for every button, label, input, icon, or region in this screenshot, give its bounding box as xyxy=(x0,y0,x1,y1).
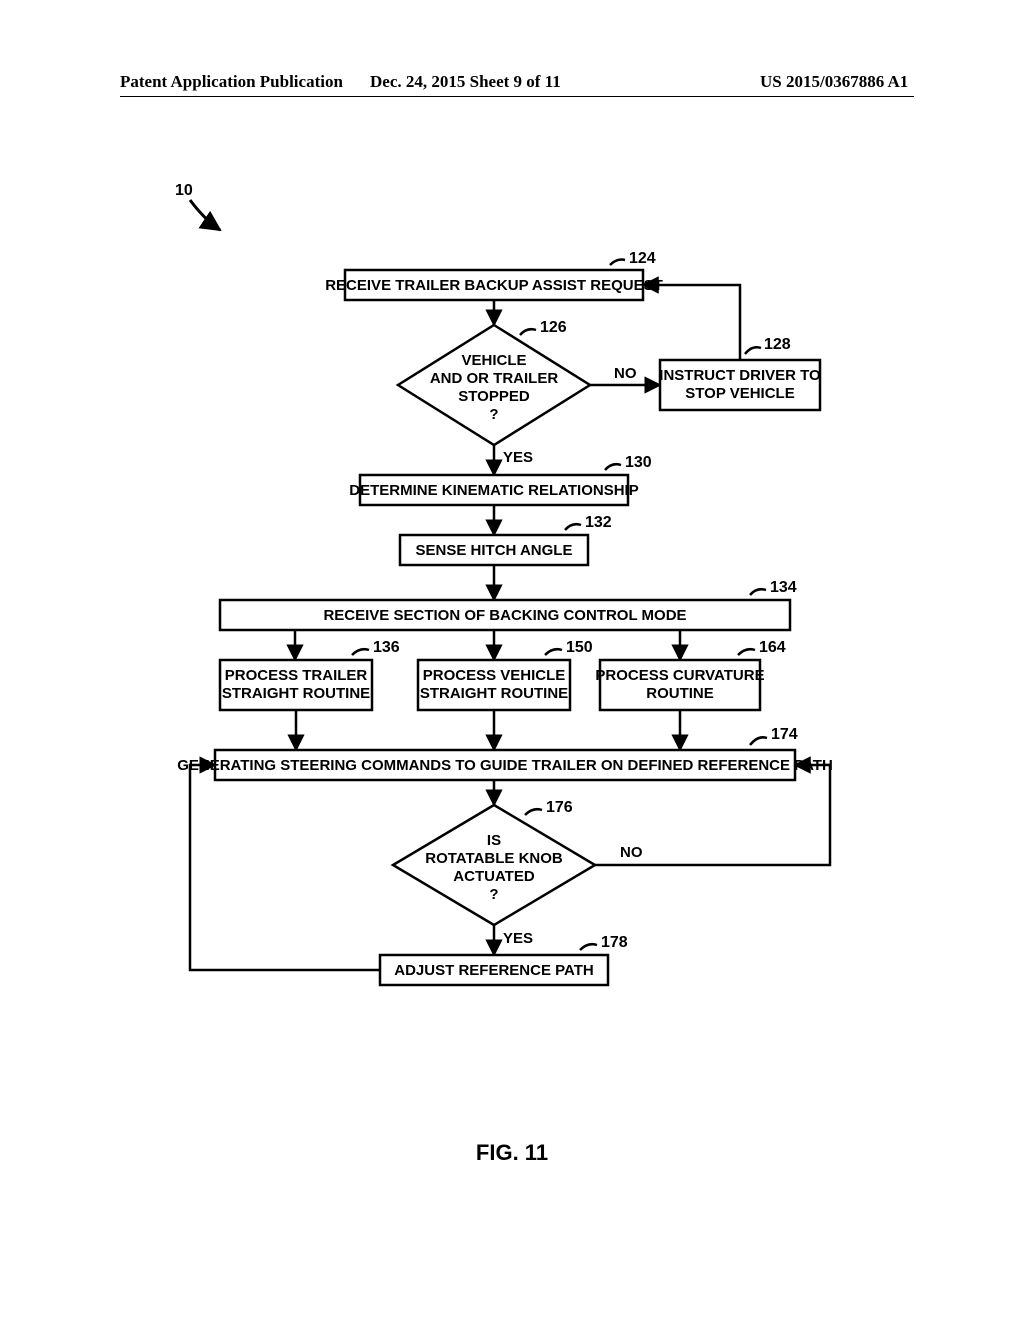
leader-136 xyxy=(352,649,369,655)
ref-10: 10 xyxy=(175,182,193,199)
box-164-l2: ROUTINE xyxy=(646,685,714,702)
leader-124 xyxy=(610,260,625,265)
label-176: 176 xyxy=(546,799,573,816)
box-136-l2: STRAIGHT ROUTINE xyxy=(222,685,370,702)
box-164-l1: PROCESS CURVATURE xyxy=(595,667,764,684)
leader-164 xyxy=(738,649,755,655)
ref-arrow xyxy=(190,200,220,230)
leader-178 xyxy=(580,944,597,950)
dec126-no: NO xyxy=(614,365,637,382)
figure-caption: FIG. 11 xyxy=(0,1140,1024,1166)
box-128-l1: INSTRUCT DRIVER TO xyxy=(659,367,821,384)
dec176-yes: YES xyxy=(503,930,533,947)
label-130: 130 xyxy=(625,454,652,471)
leader-130 xyxy=(605,464,621,470)
label-150: 150 xyxy=(566,639,593,656)
label-136: 136 xyxy=(373,639,400,656)
label-174: 174 xyxy=(771,726,798,743)
label-128: 128 xyxy=(764,336,791,353)
arrow-178-174 xyxy=(190,765,380,970)
box-134-text: RECEIVE SECTION OF BACKING CONTROL MODE xyxy=(323,607,686,624)
box-178-text: ADJUST REFERENCE PATH xyxy=(394,962,593,979)
header-right: US 2015/0367886 A1 xyxy=(760,72,908,92)
flowchart-svg: 10 RECEIVE TRAILER BACKUP ASSIST REQUEST… xyxy=(120,150,910,1200)
label-134: 134 xyxy=(770,579,797,596)
page: Patent Application Publication Dec. 24, … xyxy=(0,0,1024,1320)
box-150-l1: PROCESS VEHICLE xyxy=(423,667,566,684)
label-124: 124 xyxy=(629,250,656,267)
dec176-l4: ? xyxy=(489,886,498,903)
box-136-l1: PROCESS TRAILER xyxy=(225,667,368,684)
box-124-text: RECEIVE TRAILER BACKUP ASSIST REQUEST xyxy=(325,277,663,294)
header-rule xyxy=(120,96,914,97)
label-164: 164 xyxy=(759,639,786,656)
dec126-l1: VEHICLE xyxy=(461,352,526,369)
dec126-l4: ? xyxy=(489,406,498,423)
box-150-l2: STRAIGHT ROUTINE xyxy=(420,685,568,702)
header-center: Dec. 24, 2015 Sheet 9 of 11 xyxy=(370,72,561,92)
leader-176 xyxy=(525,809,542,815)
header-left: Patent Application Publication xyxy=(120,72,343,92)
box-132-text: SENSE HITCH ANGLE xyxy=(416,542,573,559)
dec126-l3: STOPPED xyxy=(458,388,530,405)
dec126-l2: AND OR TRAILER xyxy=(430,370,558,387)
dec126-yes: YES xyxy=(503,449,533,466)
leader-132 xyxy=(565,524,581,530)
box-128-l2: STOP VEHICLE xyxy=(685,385,794,402)
label-132: 132 xyxy=(585,514,612,531)
leader-134 xyxy=(750,589,766,595)
leader-150 xyxy=(545,649,562,655)
label-126: 126 xyxy=(540,319,567,336)
leader-128 xyxy=(745,347,761,354)
dec176-l1: IS xyxy=(487,832,501,849)
box-174-text: GENERATING STEERING COMMANDS TO GUIDE TR… xyxy=(177,757,833,774)
dec176-l2: ROTATABLE KNOB xyxy=(425,850,563,867)
flowchart: 10 RECEIVE TRAILER BACKUP ASSIST REQUEST… xyxy=(120,150,910,1200)
label-178: 178 xyxy=(601,934,628,951)
arrow-128-124 xyxy=(643,285,740,360)
leader-174 xyxy=(750,737,767,745)
dec176-no: NO xyxy=(620,844,643,861)
leader-126 xyxy=(520,329,536,335)
dec176-l3: ACTUATED xyxy=(453,868,535,885)
box-130-text: DETERMINE KINEMATIC RELATIONSHIP xyxy=(349,482,638,499)
